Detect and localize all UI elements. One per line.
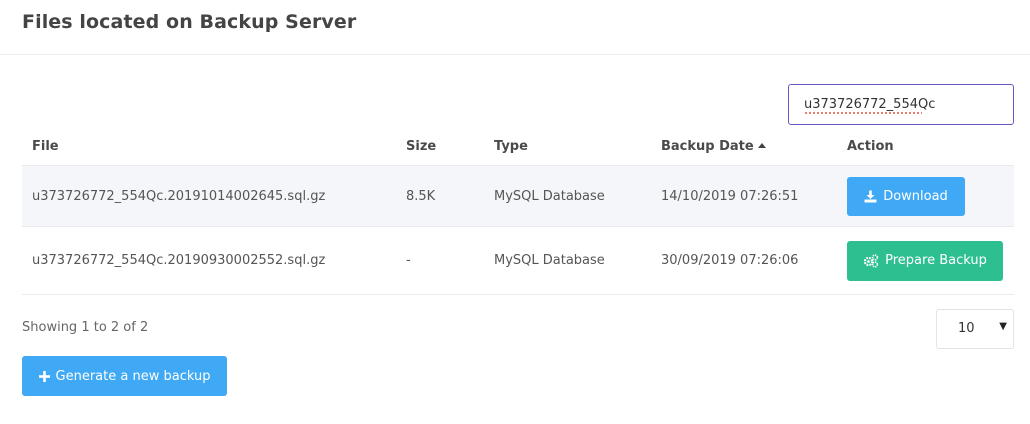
- plus-icon: [38, 370, 50, 382]
- backup-date-cell: 14/10/2019 07:26:51: [651, 165, 837, 227]
- gears-icon: [863, 253, 879, 268]
- table-header-row: File Size Type Backup Date Action: [22, 127, 1014, 166]
- file-size-cell: 8.5K: [396, 165, 484, 227]
- file-type-cell: MySQL Database: [484, 165, 651, 227]
- file-size-cell: -: [396, 226, 484, 295]
- pagination-info: Showing 1 to 2 of 2: [22, 320, 149, 335]
- action-cell: Prepare Backup: [837, 226, 1014, 295]
- file-type-cell: MySQL Database: [484, 226, 651, 295]
- column-header-action: Action: [837, 127, 1014, 166]
- column-header-file[interactable]: File: [22, 127, 396, 166]
- caret-down-icon: ▼: [999, 321, 1007, 332]
- file-name-cell: u373726772_554Qc.20190930002552.sql.gz: [22, 226, 396, 295]
- action-cell: Download: [837, 165, 1014, 227]
- column-header-backup-date[interactable]: Backup Date: [651, 127, 837, 166]
- table-row: u373726772_554Qc.20190930002552.sql.gz -…: [22, 226, 1014, 295]
- table-row: u373726772_554Qc.20191014002645.sql.gz 8…: [22, 165, 1014, 227]
- download-button-label: Download: [883, 188, 948, 204]
- download-icon: [864, 190, 877, 203]
- sort-ascending-icon: [757, 142, 766, 148]
- page-size-value: 10: [958, 321, 975, 336]
- backup-date-cell: 30/09/2019 07:26:06: [651, 226, 837, 295]
- page-size-select[interactable]: 10 ▼: [936, 309, 1014, 349]
- prepare-backup-button[interactable]: Prepare Backup: [847, 240, 1003, 281]
- column-header-backup-date-label: Backup Date: [661, 138, 754, 154]
- column-header-type[interactable]: Type: [484, 127, 651, 166]
- column-header-size[interactable]: Size: [396, 127, 484, 166]
- generate-backup-button[interactable]: Generate a new backup: [22, 356, 227, 396]
- download-button[interactable]: Download: [847, 176, 965, 216]
- generate-backup-button-label: Generate a new backup: [55, 368, 211, 384]
- page-title: Files located on Backup Server: [22, 11, 357, 33]
- files-table: File Size Type Backup Date Action u37372…: [22, 127, 1014, 295]
- panel-header: Files located on Backup Server: [0, 0, 1030, 55]
- file-name-cell: u373726772_554Qc.20191014002645.sql.gz: [22, 165, 396, 227]
- search-input[interactable]: [788, 84, 1014, 125]
- prepare-backup-button-label: Prepare Backup: [885, 253, 987, 268]
- spellcheck-underline: [804, 112, 922, 115]
